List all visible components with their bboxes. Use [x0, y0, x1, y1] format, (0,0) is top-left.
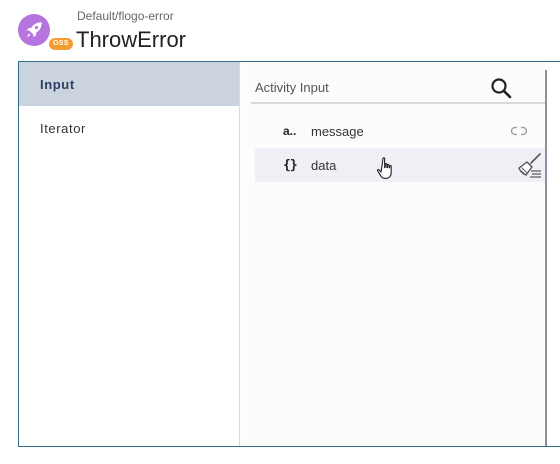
search-input[interactable] [251, 72, 501, 102]
breadcrumb[interactable]: Default/flogo-error [77, 9, 174, 23]
header: OSS Default/flogo-error ThrowError [0, 0, 560, 60]
search-icon[interactable] [489, 76, 513, 100]
string-type-icon: a.. [283, 124, 297, 138]
clear-mapping-icon[interactable] [515, 151, 543, 179]
link-icon[interactable] [511, 124, 527, 138]
sidebar-item-label: Input [40, 76, 75, 92]
search-bar [251, 72, 545, 104]
activity-input-pane: a.. message {} data [241, 62, 545, 446]
activity-config-panel: Input Iterator a.. message {} [18, 61, 560, 447]
scrollbar[interactable] [545, 70, 547, 446]
sidebar-item-input[interactable]: Input [19, 62, 239, 106]
page-title: ThrowError [76, 27, 187, 52]
object-type-icon: {} [283, 157, 298, 173]
rocket-icon [18, 14, 50, 46]
oss-badge: OSS [49, 38, 73, 50]
sidebar: Input Iterator [19, 62, 240, 446]
field-label: message [311, 123, 364, 139]
sidebar-item-label: Iterator [40, 120, 86, 136]
sidebar-item-iterator[interactable]: Iterator [19, 106, 239, 150]
list-item-data[interactable]: {} data [255, 148, 545, 182]
field-label: data [311, 157, 337, 173]
input-field-list: a.. message {} data [255, 114, 545, 182]
list-item-message[interactable]: a.. message [255, 114, 545, 148]
hand-cursor-icon [377, 157, 392, 179]
